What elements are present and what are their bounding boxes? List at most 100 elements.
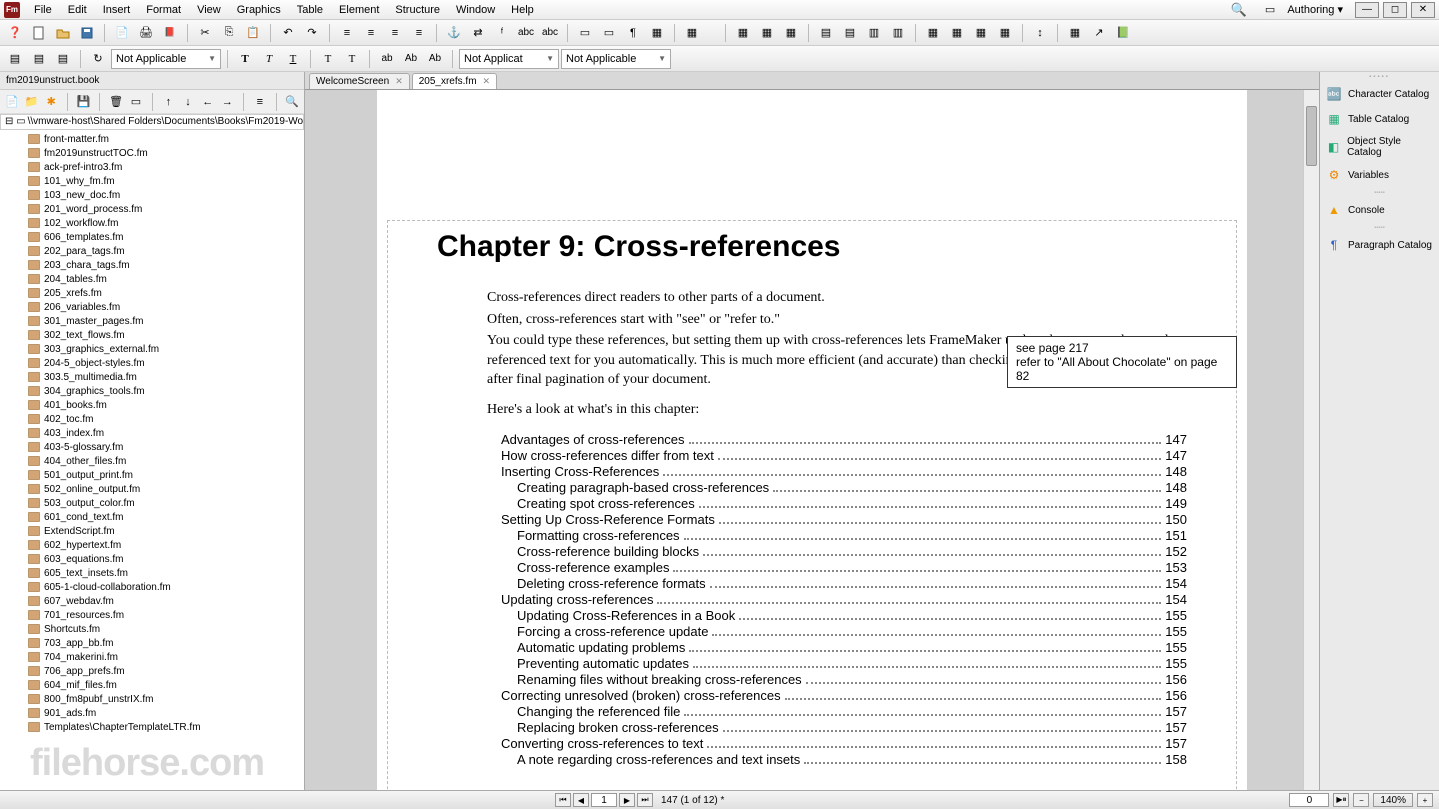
tree-item[interactable]: 800_fm8pubf_unstrIX.fm [0, 692, 304, 706]
update-icon[interactable]: ↻ [87, 49, 109, 69]
align-left-icon[interactable]: ≡ [336, 23, 358, 43]
open-icon[interactable] [52, 23, 74, 43]
tree-item[interactable]: 304_graphics_tools.fm [0, 384, 304, 398]
underline-icon[interactable]: T [282, 49, 304, 69]
sort-icon[interactable]: ↕ [1029, 23, 1051, 43]
tree-item[interactable]: 303_graphics_external.fm [0, 342, 304, 356]
print-icon[interactable]: 🖨 [135, 23, 157, 43]
tree-item[interactable]: 203_chara_tags.fm [0, 258, 304, 272]
row-above-icon[interactable]: ▤ [815, 23, 837, 43]
table3-icon[interactable]: ▦ [780, 23, 802, 43]
t4-icon[interactable]: T [317, 49, 339, 69]
pdf-icon[interactable]: 📕 [159, 23, 181, 43]
menu-edit[interactable]: Edit [60, 2, 95, 18]
tree-item[interactable]: 605-1-cloud-collaboration.fm [0, 580, 304, 594]
tree-item[interactable]: fm2019unstructTOC.fm [0, 146, 304, 160]
prev-page-button[interactable]: ◀ [573, 793, 589, 807]
book-down-icon[interactable]: ↓ [180, 92, 196, 112]
italic-icon[interactable]: T [258, 49, 280, 69]
tree-item[interactable]: Shortcuts.fm [0, 622, 304, 636]
col-right-icon[interactable]: ▥ [887, 23, 909, 43]
tree-item[interactable]: 901_ads.fm [0, 706, 304, 720]
uppercase-icon[interactable]: Ab [424, 49, 446, 69]
panel-table-catalog[interactable]: ▦Table Catalog [1320, 107, 1439, 132]
book-delete-icon[interactable]: 🗑 [108, 92, 124, 112]
book-export-icon[interactable]: ✱ [43, 92, 59, 112]
table1-icon[interactable]: ▦ [732, 23, 754, 43]
next-page-button[interactable]: ▶ [619, 793, 635, 807]
menu-format[interactable]: Format [138, 2, 189, 18]
grid-icon[interactable]: ▦ [681, 23, 703, 43]
menu-structure[interactable]: Structure [387, 2, 448, 18]
menu-element[interactable]: Element [331, 2, 387, 18]
para-icon[interactable]: ▤ [4, 49, 26, 69]
tree-item[interactable]: 606_templates.fm [0, 230, 304, 244]
panel-object-style-catalog[interactable]: ◧Object Style Catalog [1320, 132, 1439, 163]
spellcheck-icon[interactable]: abc [515, 23, 537, 43]
close-button[interactable]: ✕ [1411, 2, 1435, 18]
menu-file[interactable]: File [26, 2, 60, 18]
import-icon[interactable]: 📄 [111, 23, 133, 43]
tree-item[interactable]: 202_para_tags.fm [0, 244, 304, 258]
tree-item[interactable]: ack-pref-intro3.fm [0, 160, 304, 174]
catalog-icon[interactable]: ▤ [52, 49, 74, 69]
table2-icon[interactable]: ▦ [756, 23, 778, 43]
tree-item[interactable]: 302_text_flows.fm [0, 328, 304, 342]
tree-item[interactable]: 206_variables.fm [0, 300, 304, 314]
tree-item[interactable]: 404_other_files.fm [0, 454, 304, 468]
menu-view[interactable]: View [189, 2, 229, 18]
split-icon[interactable]: ▦ [946, 23, 968, 43]
doc-tab[interactable]: WelcomeScreen✕ [309, 73, 410, 89]
book-right-icon[interactable]: → [220, 92, 236, 112]
tree-item[interactable]: 704_makerini.fm [0, 650, 304, 664]
tbl-a-icon[interactable]: ▦ [970, 23, 992, 43]
align-right-icon[interactable]: ≡ [384, 23, 406, 43]
tree-item[interactable]: 401_books.fm [0, 398, 304, 412]
tree-item[interactable]: 706_app_prefs.fm [0, 664, 304, 678]
book-tab[interactable]: fm2019unstruct.book [0, 72, 304, 90]
panel-variables[interactable]: ⚙Variables [1320, 163, 1439, 188]
symbols-icon[interactable]: ¶ [622, 23, 644, 43]
last-page-button[interactable]: ⏭ [637, 793, 653, 807]
frame2-icon[interactable]: ▭ [598, 23, 620, 43]
size-combo[interactable]: Not Applicable▼ [561, 49, 671, 69]
align-justify-icon[interactable]: ≡ [408, 23, 430, 43]
tree-item[interactable]: front-matter.fm [0, 132, 304, 146]
zoom-level[interactable]: 140% [1373, 793, 1413, 807]
zoom-out-button[interactable]: − [1353, 793, 1369, 807]
table-fmt-icon[interactable]: ▦ [1064, 23, 1086, 43]
search-icon[interactable]: 🔍 [1231, 2, 1247, 18]
merge-icon[interactable]: ▦ [922, 23, 944, 43]
borders-icon[interactable]: ▦ [646, 23, 668, 43]
anchor-icon[interactable]: ⚓ [443, 23, 465, 43]
tree-item[interactable]: 603_equations.fm [0, 552, 304, 566]
menu-window[interactable]: Window [448, 2, 503, 18]
redo-icon[interactable]: ↷ [301, 23, 323, 43]
minimize-button[interactable]: — [1355, 2, 1379, 18]
tree-item[interactable]: 701_resources.fm [0, 608, 304, 622]
tree-item[interactable]: 503_output_color.fm [0, 496, 304, 510]
go-button[interactable]: ▶⏸ [1333, 793, 1349, 807]
menu-help[interactable]: Help [503, 2, 542, 18]
tree-item[interactable]: 501_output_print.fm [0, 468, 304, 482]
book-left-icon[interactable]: ← [200, 92, 216, 112]
paste-icon[interactable]: 📋 [242, 23, 264, 43]
tree-item[interactable]: 204_tables.fm [0, 272, 304, 286]
tree-item[interactable]: 102_workflow.fm [0, 216, 304, 230]
close-tab-icon[interactable]: ✕ [395, 76, 403, 87]
book-search-icon[interactable]: 🔍 [284, 92, 300, 112]
tree-item[interactable]: ExtendScript.fm [0, 524, 304, 538]
copy-icon[interactable]: ⎘ [218, 23, 240, 43]
tree-item[interactable]: 103_new_doc.fm [0, 188, 304, 202]
book-folder-icon[interactable]: 📁 [24, 92, 40, 112]
titlecase-icon[interactable]: Ab [400, 49, 422, 69]
spellcheck2-icon[interactable]: abc [539, 23, 561, 43]
zoom-offset-input[interactable] [1289, 793, 1329, 807]
tree-item[interactable]: 601_cond_text.fm [0, 510, 304, 524]
zoom-in-button[interactable]: + [1417, 793, 1433, 807]
tree-item[interactable]: 602_hypertext.fm [0, 538, 304, 552]
frame-icon[interactable]: ▭ [574, 23, 596, 43]
bracket-icon[interactable]: ▭ [1265, 3, 1275, 16]
maximize-button[interactable]: ◻ [1383, 2, 1407, 18]
panel-console[interactable]: ▲Console [1320, 198, 1439, 223]
